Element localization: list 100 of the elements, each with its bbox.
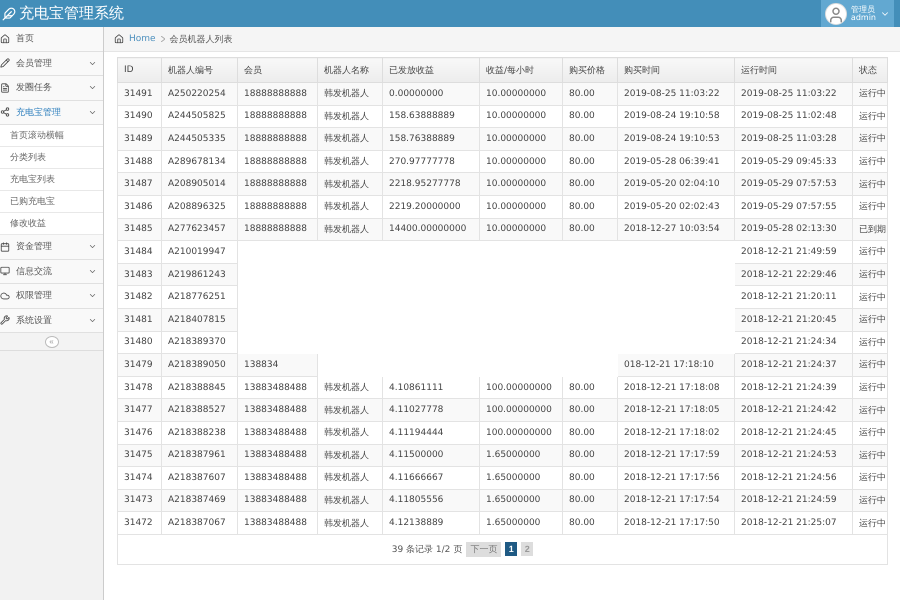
table-cell: 2018-12-21 21:24:42 [734, 398, 852, 422]
table-cell: 2018-12-21 21:24:53 [734, 444, 852, 467]
submenu-item[interactable]: 分类列表 [0, 147, 103, 169]
share-icon [0, 107, 10, 118]
table-cell: 4.11500000 [382, 444, 480, 467]
submenu-item[interactable]: 充电宝列表 [0, 169, 103, 191]
table-cell: 运行中 [852, 128, 888, 150]
table-cell: 18888888888 [238, 150, 318, 173]
user-name: admin [850, 14, 876, 22]
table-cell: 2018-12-21 17:17:54 [618, 489, 734, 512]
table-cell: 80.00 [562, 376, 618, 399]
table-cell: A208905014 [162, 172, 238, 196]
table-cell: A277623457 [162, 218, 238, 241]
table-cell: 31478 [118, 376, 162, 399]
table-cell: 2018-12-21 21:24:34 [734, 331, 852, 354]
table-cell: 10.00000000 [480, 105, 562, 128]
table-cell: 80.00 [562, 398, 618, 422]
page-button[interactable]: 1 [505, 542, 518, 556]
submenu-item[interactable]: 首页滚动横幅 [0, 125, 103, 147]
breadcrumb-link[interactable]: Home [129, 34, 156, 44]
table-cell: 2018-12-21 17:18:02 [618, 421, 734, 444]
table-cell: 80.00 [562, 172, 618, 196]
table-cell: A218776251 [162, 286, 238, 308]
table-cell: 1.65000000 [480, 489, 562, 512]
table-cell: 1.65000000 [480, 512, 562, 534]
table-cell: 韩发机器人 [318, 444, 382, 467]
table-cell: 韩发机器人 [318, 489, 382, 512]
table-cell: 运行中 [852, 354, 888, 376]
sidebar-item[interactable]: 发圈任务 [0, 76, 103, 100]
wrench-icon [0, 315, 10, 326]
submenu-item[interactable]: 已购充电宝 [0, 191, 103, 213]
table-cell: 18888888888 [238, 218, 318, 241]
table-cell: 158.63888889 [382, 105, 480, 128]
table-cell: 2018-12-21 22:29:46 [734, 263, 852, 286]
table-cell: 韩发机器人 [318, 82, 382, 106]
table-cell: A218387469 [162, 489, 238, 512]
sidebar-item[interactable]: 系统设置 [0, 308, 103, 333]
table-cell: 2019-08-25 11:03:22 [618, 82, 734, 106]
table-cell: 运行中 [852, 195, 888, 218]
table-cell: 158.76388889 [382, 128, 480, 150]
table-cell: 80.00 [562, 128, 618, 150]
column-header: 状态 [852, 58, 888, 82]
table-cell: 运行中 [852, 82, 888, 106]
table-cell: 31482 [118, 286, 162, 308]
table-cell: 138834 [238, 354, 318, 376]
table-cell: 13883488488 [238, 466, 318, 490]
column-header: 购买时间 [618, 58, 734, 82]
table-cell: A218387961 [162, 444, 238, 467]
table-cell: A219861243 [162, 263, 238, 286]
sidebar-item[interactable]: 资金管理 [0, 235, 103, 260]
table-cell: 80.00 [562, 466, 618, 490]
table-cell: 运行中 [852, 444, 888, 467]
column-header: 运行时间 [734, 58, 852, 82]
table-cell: 2018-12-21 17:18:05 [618, 398, 734, 422]
table-cell: 4.11194444 [382, 421, 480, 444]
table-cell: 运行中 [852, 240, 888, 264]
sidebar-item[interactable]: 权限管理 [0, 284, 103, 308]
table-cell: 31474 [118, 466, 162, 490]
table-cell: 31485 [118, 218, 162, 241]
sidebar-item[interactable]: 充电宝管理 [0, 100, 103, 125]
table-cell: 0.00000000 [382, 82, 480, 106]
column-header: 机器人名称 [318, 58, 382, 82]
table-cell: 运行中 [852, 286, 888, 308]
table-cell: A218387607 [162, 466, 238, 490]
submenu-item[interactable]: 修改收益 [0, 213, 103, 235]
table-cell: 2019-05-28 02:13:30 [734, 218, 852, 241]
table-cell: 韩发机器人 [318, 195, 382, 218]
column-header: 收益/每小时 [480, 58, 562, 82]
table-cell: 31486 [118, 195, 162, 218]
table-cell: 4.11666667 [382, 466, 480, 490]
table-cell: 2019-08-25 11:03:22 [734, 82, 852, 106]
sidebar-item[interactable]: 会员管理 [0, 52, 103, 76]
table-cell: 80.00 [562, 195, 618, 218]
table-cell: 10.00000000 [480, 150, 562, 173]
table-cell: 80.00 [562, 421, 618, 444]
table-cell: 2219.20000000 [382, 195, 480, 218]
table-cell: A210019947 [162, 240, 238, 264]
avatar-icon [824, 2, 847, 24]
table-cell: 2218.95277778 [382, 172, 480, 196]
table-cell: 1.65000000 [480, 466, 562, 490]
table-cell: 31475 [118, 444, 162, 467]
table-cell: 2018-12-21 17:17:50 [618, 512, 734, 534]
table-cell: 2018-12-21 21:24:37 [734, 354, 852, 376]
table-cell: 运行中 [852, 150, 888, 173]
sidebar-item[interactable]: 首页 [0, 27, 103, 52]
column-header: 购买价格 [562, 58, 618, 82]
table-cell: 100.00000000 [480, 421, 562, 444]
table-cell: 31473 [118, 489, 162, 512]
table-cell: 2018-12-21 17:17:59 [618, 444, 734, 467]
table-cell: 018-12-21 17:18:10 [618, 354, 734, 376]
table-cell: 31479 [118, 354, 162, 376]
table-cell: 韩发机器人 [318, 512, 382, 534]
sidebar-item[interactable]: 信息交流 [0, 260, 103, 284]
table-cell: 2019-05-29 07:57:53 [734, 172, 852, 196]
table-cell: 100.00000000 [480, 398, 562, 422]
table-cell: 2019-05-20 02:04:10 [618, 172, 734, 196]
table-cell: 2018-12-21 21:24:39 [734, 376, 852, 399]
cloud-icon [0, 290, 10, 301]
table-cell: 2019-05-28 06:39:41 [618, 150, 734, 173]
table-cell: 2019-05-20 02:02:43 [618, 195, 734, 218]
